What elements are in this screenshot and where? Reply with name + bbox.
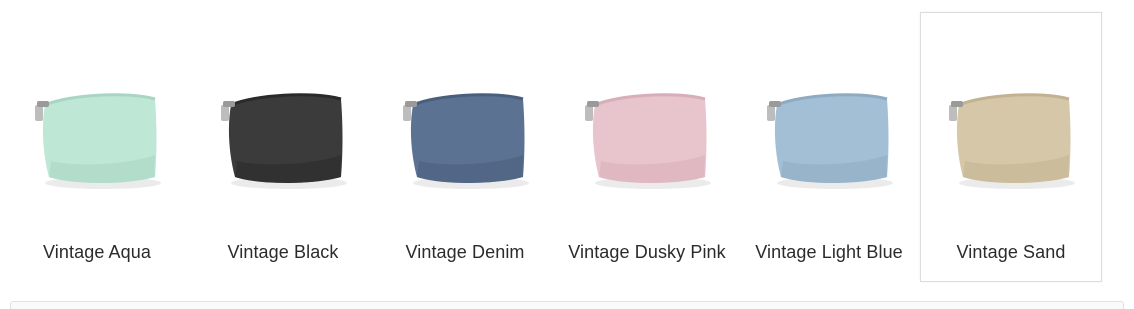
bag-image <box>35 93 161 189</box>
swatch-label: Vintage Dusky Pink <box>568 242 726 262</box>
swatch-vintage-dusky-pink[interactable]: Vintage Dusky Pink <box>556 12 738 282</box>
swatch-vintage-aqua[interactable]: Vintage Aqua <box>6 12 188 282</box>
swatch-vintage-sand[interactable]: Vintage Sand <box>920 12 1102 282</box>
bag-image <box>403 93 529 189</box>
swatch-label: Vintage Denim <box>405 242 525 262</box>
bag-image <box>221 93 347 189</box>
color-swatch-row: Vintage Aqua Vintage Black Vintage Denim… <box>0 0 1134 290</box>
swatch-label: Vintage Sand <box>956 242 1066 262</box>
bag-image <box>949 93 1075 189</box>
swatch-vintage-black[interactable]: Vintage Black <box>192 12 374 282</box>
swatch-label: Vintage Light Blue <box>755 242 903 262</box>
swatch-label: Vintage Aqua <box>43 242 151 262</box>
swatch-label: Vintage Black <box>227 242 339 262</box>
swatch-vintage-light-blue[interactable]: Vintage Light Blue <box>738 12 920 282</box>
bag-image <box>767 93 893 189</box>
bag-image <box>585 93 711 189</box>
swatch-vintage-denim[interactable]: Vintage Denim <box>374 12 556 282</box>
